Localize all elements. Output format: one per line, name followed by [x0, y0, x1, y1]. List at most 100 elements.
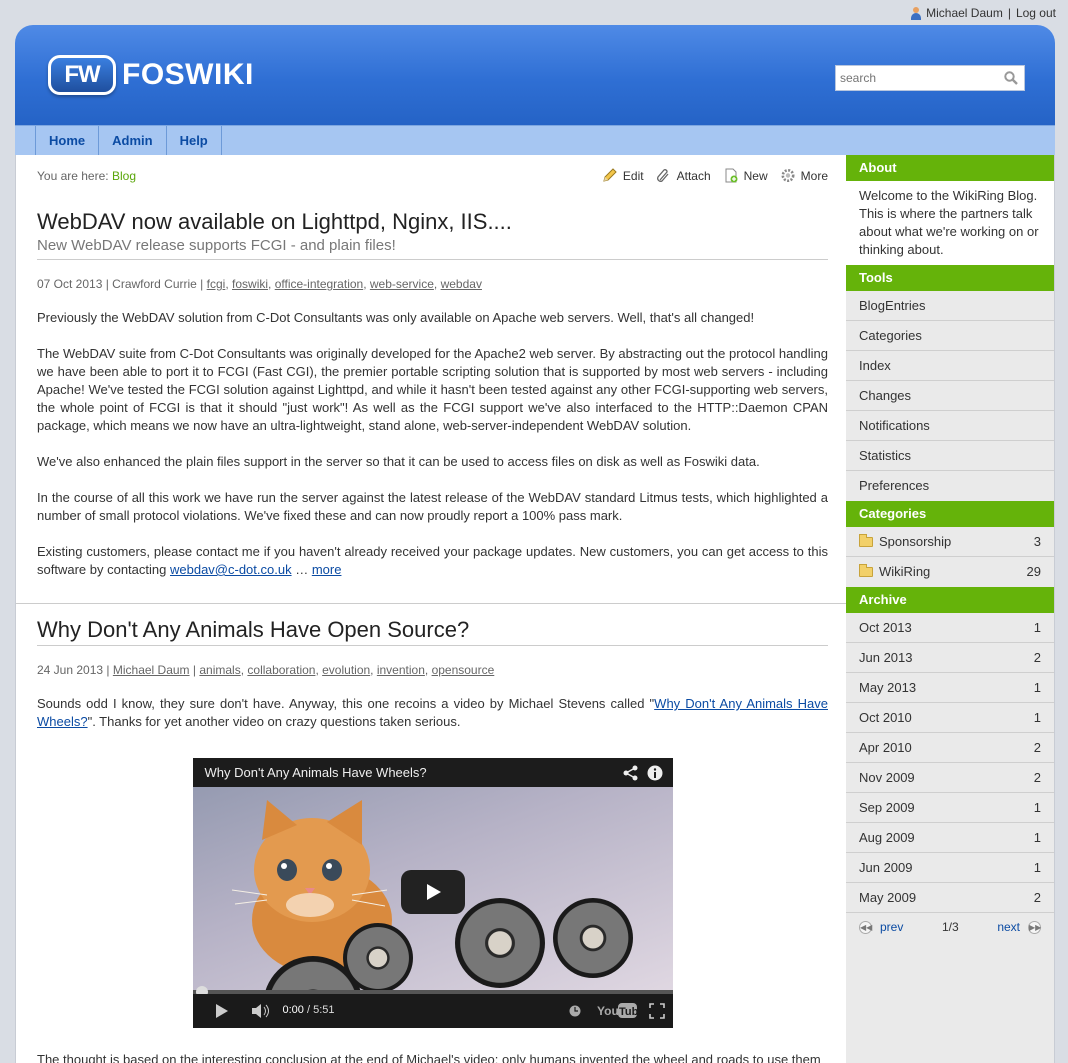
user-bar: Michael Daum | Log out	[910, 6, 1056, 20]
breadcrumb-blog-link[interactable]: Blog	[112, 169, 136, 183]
sidebar-item-categories[interactable]: Categories	[846, 321, 1054, 351]
breadcrumb: You are here: Blog	[37, 169, 136, 183]
archive-count: 2	[1033, 890, 1041, 905]
archive-item[interactable]: Sep 2009 1	[846, 793, 1054, 823]
more-button[interactable]: More	[780, 168, 828, 183]
sidebar-item-label: Preferences	[859, 478, 930, 493]
tag-link[interactable]: office-integration	[275, 277, 364, 291]
foswiki-logo[interactable]: FW FOSWIKI	[48, 55, 254, 95]
post-date-author: 07 Oct 2013 | Crawford Currie |	[37, 277, 204, 291]
tag-link[interactable]: evolution	[322, 663, 370, 677]
tag-link[interactable]: fcgi	[207, 277, 226, 291]
breadcrumb-prefix: You are here:	[37, 169, 109, 183]
sidebar-item-blogentries[interactable]: BlogEntries	[846, 291, 1054, 321]
fullscreen-icon[interactable]	[648, 1003, 665, 1019]
youtube-logo-icon[interactable]: YouTube	[597, 1002, 637, 1019]
video-title-bar: Why Don't Any Animals Have Wheels?	[192, 758, 673, 787]
sidebar-heading-categories: Categories	[846, 501, 1054, 527]
new-label: New	[743, 168, 768, 183]
category-item[interactable]: WikiRing 29	[846, 557, 1054, 587]
tag-link[interactable]: opensource	[432, 663, 495, 677]
post-paragraph: The WebDAV suite from C-Dot Consultants …	[37, 346, 828, 433]
video-player[interactable]: Why Don't Any Animals Have Wheels? 0:00 …	[192, 758, 673, 1028]
archive-item[interactable]: Oct 2013 1	[846, 613, 1054, 643]
logout-link[interactable]: Log out	[1016, 6, 1056, 20]
archive-item[interactable]: Oct 2010 1	[846, 703, 1054, 733]
user-name-link[interactable]: Michael Daum	[926, 6, 1003, 20]
archive-item[interactable]: May 2009 2	[846, 883, 1054, 913]
new-button[interactable]: New	[723, 168, 768, 183]
video-time-total: / 5:51	[306, 1004, 335, 1016]
archive-item[interactable]: Apr 2010 2	[846, 733, 1054, 763]
sidebar-item-label: BlogEntries	[859, 298, 926, 313]
post-subtitle: New WebDAV release supports FCGI - and p…	[37, 237, 828, 260]
edit-button[interactable]: Edit	[602, 168, 644, 183]
archive-pager: ◀◀ prev 1/3 next ▶▶	[846, 913, 1054, 941]
post-title[interactable]: WebDAV now available on Lighttpd, Nginx,…	[37, 209, 828, 235]
pencil-icon	[603, 168, 617, 182]
more-link[interactable]: more	[312, 562, 342, 577]
archive-item[interactable]: May 2013 1	[846, 673, 1054, 703]
tag-link[interactable]: collaboration	[247, 663, 315, 677]
archive-item[interactable]: Nov 2009 2	[846, 763, 1054, 793]
post-text: Sounds odd I know, they sure don't have.…	[37, 696, 655, 711]
post-text: ". Thanks for yet another video on crazy…	[87, 714, 461, 729]
post-paragraph: Previously the WebDAV solution from C-Do…	[37, 310, 755, 325]
prev-button[interactable]: ◀◀ prev	[859, 920, 903, 934]
post-paragraph: In the course of all this work we have r…	[37, 490, 828, 523]
archive-month: Nov 2009	[859, 770, 915, 785]
tag-link[interactable]: webdav	[441, 277, 482, 291]
archive-item[interactable]: Aug 2009 1	[846, 823, 1054, 853]
share-icon[interactable]	[623, 765, 639, 781]
archive-item[interactable]: Jun 2013 2	[846, 643, 1054, 673]
post-date: 24 Jun 2013 |	[37, 663, 110, 677]
play-button[interactable]	[400, 870, 465, 914]
nav-home[interactable]: Home	[35, 126, 98, 155]
post-title[interactable]: Why Don't Any Animals Have Open Source?	[37, 617, 828, 646]
archive-count: 2	[1033, 650, 1041, 665]
clock-icon[interactable]	[569, 1005, 581, 1017]
attach-label: Attach	[676, 168, 711, 183]
category-name: WikiRing	[879, 564, 931, 579]
attach-button[interactable]: Attach	[656, 168, 711, 183]
next-icon: ▶▶	[1028, 920, 1042, 934]
category-count: 3	[1033, 534, 1041, 549]
nav-admin[interactable]: Admin	[98, 126, 165, 155]
tag-link[interactable]: web-service	[370, 277, 434, 291]
next-button[interactable]: next ▶▶	[997, 920, 1041, 934]
sidebar-item-preferences[interactable]: Preferences	[846, 471, 1054, 501]
volume-icon[interactable]	[251, 1004, 271, 1018]
video-title[interactable]: Why Don't Any Animals Have Wheels?	[205, 765, 427, 780]
search-input[interactable]	[836, 71, 996, 85]
category-item[interactable]: Sponsorship 3	[846, 527, 1054, 557]
sidebar-item-notifications[interactable]: Notifications	[846, 411, 1054, 441]
archive-item[interactable]: Jun 2009 1	[846, 853, 1054, 883]
post-paragraph: Sounds odd I know, they sure don't have.…	[37, 695, 828, 731]
sidebar-heading-archive: Archive	[846, 587, 1054, 613]
prev-icon: ◀◀	[859, 920, 873, 934]
info-icon[interactable]	[647, 765, 663, 781]
video-time: 0:00 / 5:51	[283, 1004, 335, 1016]
folder-icon	[859, 533, 873, 547]
sidebar-item-changes[interactable]: Changes	[846, 381, 1054, 411]
email-link[interactable]: webdav@c-dot.co.uk	[170, 562, 292, 577]
logo-badge: FW	[48, 55, 116, 95]
archive-count: 1	[1033, 800, 1041, 815]
author-link[interactable]: Michael Daum	[113, 663, 190, 677]
nav-help[interactable]: Help	[165, 126, 222, 155]
sidebar-item-statistics[interactable]: Statistics	[846, 441, 1054, 471]
category-name: Sponsorship	[879, 533, 952, 549]
search-box	[835, 65, 1025, 91]
tag-link[interactable]: animals	[199, 663, 240, 677]
tag-link[interactable]: foswiki	[232, 277, 268, 291]
main-content: You are here: Blog Edit Attach New More …	[15, 155, 847, 1063]
sidebar-item-label: Changes	[859, 388, 912, 403]
sidebar-item-index[interactable]: Index	[846, 351, 1054, 381]
tag-link[interactable]: invention	[377, 663, 425, 677]
archive-count: 1	[1033, 620, 1041, 635]
post-paragraph: We've also enhanced the plain files supp…	[37, 454, 760, 469]
sidebar-item-label: Notifications	[859, 418, 930, 433]
edit-label: Edit	[622, 168, 644, 183]
play-icon[interactable]	[215, 1004, 229, 1018]
search-icon[interactable]	[1004, 71, 1018, 85]
